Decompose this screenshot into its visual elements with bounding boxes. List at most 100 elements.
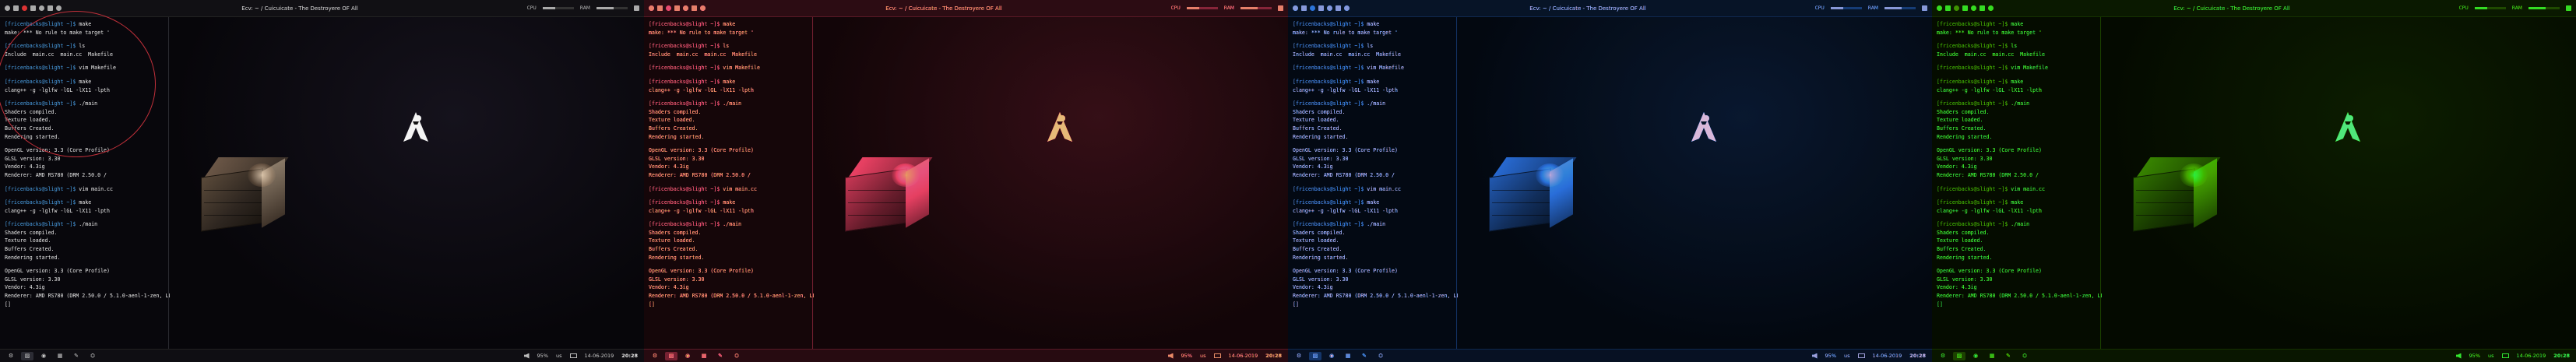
power-icon[interactable] bbox=[1278, 5, 1283, 11]
menu-icon[interactable] bbox=[649, 5, 654, 11]
taskbar: ⚙ ▨ ◉ ▦ ✎ ⛭ 95% us 14-06-2019 20:28 bbox=[0, 349, 644, 362]
settings-app-icon[interactable]: ⛭ bbox=[730, 352, 743, 360]
terminal-output-line: Include main.cc main.cc Makefile bbox=[649, 51, 757, 58]
start-menu-icon[interactable]: ⚙ bbox=[1937, 352, 1949, 360]
power-icon[interactable] bbox=[634, 5, 639, 11]
terminal-output[interactable]: [fricenbacks@slight ~]$ make make: *** No… bbox=[5, 20, 199, 308]
volume-icon[interactable] bbox=[1167, 353, 1174, 359]
workspace-1-icon[interactable] bbox=[13, 5, 19, 11]
terminal-app-icon[interactable]: ▨ bbox=[21, 351, 33, 360]
opengl-render-window[interactable] bbox=[814, 17, 1288, 349]
files-app-icon[interactable]: ▦ bbox=[1986, 352, 1998, 360]
browser-app-icon[interactable]: ◉ bbox=[37, 352, 50, 360]
terminal-app-icon[interactable]: ▨ bbox=[1309, 351, 1321, 360]
shell-prompt: [fricenbacks@slight ~]$ bbox=[649, 185, 720, 192]
editor-app-icon[interactable]: ✎ bbox=[1358, 352, 1371, 360]
terminal-output-line: [] bbox=[649, 300, 655, 308]
keyboard-layout[interactable]: us bbox=[556, 353, 562, 359]
power-icon[interactable] bbox=[2566, 5, 2571, 11]
browser-app-icon[interactable]: ◉ bbox=[681, 352, 694, 360]
terminal-output[interactable]: [fricenbacks@slight ~]$ make make: *** No… bbox=[649, 20, 843, 308]
shell-prompt: [fricenbacks@slight ~]$ bbox=[1937, 65, 2008, 72]
pane-divider[interactable] bbox=[2100, 17, 2101, 349]
workspace-2-icon[interactable] bbox=[22, 5, 27, 11]
terminal-app-icon[interactable]: ▨ bbox=[665, 351, 677, 360]
workspace-2-icon[interactable] bbox=[1954, 5, 1959, 11]
opengl-render-window[interactable] bbox=[170, 17, 644, 349]
volume-icon[interactable] bbox=[523, 353, 530, 359]
ram-meter bbox=[2528, 7, 2560, 9]
keyboard-layout[interactable]: us bbox=[1200, 353, 1206, 359]
opengl-render-window[interactable] bbox=[1458, 17, 1932, 349]
workspace-5-icon[interactable] bbox=[692, 5, 697, 11]
menu-icon[interactable] bbox=[1293, 5, 1298, 11]
taskbar: ⚙ ▨ ◉ ▦ ✎ ⛭ 95% us 14-06-2019 20:28 bbox=[1288, 349, 1932, 362]
workspace-3-icon[interactable] bbox=[30, 5, 36, 11]
volume-icon[interactable] bbox=[2455, 353, 2462, 359]
workspace-2-icon[interactable] bbox=[1310, 5, 1315, 11]
editor-app-icon[interactable]: ✎ bbox=[70, 352, 83, 360]
shell-prompt: [fricenbacks@slight ~]$ bbox=[649, 100, 720, 107]
workspace-3-icon[interactable] bbox=[674, 5, 680, 11]
files-app-icon[interactable]: ▦ bbox=[698, 352, 710, 360]
settings-app-icon[interactable]: ⛭ bbox=[86, 352, 99, 360]
workspace-6-icon[interactable] bbox=[700, 5, 706, 11]
workspace-6-icon[interactable] bbox=[1988, 5, 1994, 11]
window-title: Ecv: ~ / Cuicuicate - The Destroyere OF … bbox=[241, 5, 358, 12]
start-menu-icon[interactable]: ⚙ bbox=[1293, 352, 1305, 360]
workspace-4-icon[interactable] bbox=[1327, 5, 1332, 11]
workspace-1-icon[interactable] bbox=[1945, 5, 1951, 11]
files-app-icon[interactable]: ▦ bbox=[1342, 352, 1354, 360]
files-app-icon[interactable]: ▦ bbox=[54, 352, 66, 360]
power-icon[interactable] bbox=[1922, 5, 1927, 11]
shell-prompt: [fricenbacks@slight ~]$ bbox=[5, 65, 76, 72]
shell-command: ./main bbox=[720, 100, 742, 107]
terminal-output[interactable]: [fricenbacks@slight ~]$ make make: *** No… bbox=[1293, 20, 1487, 308]
opengl-render-window[interactable] bbox=[2102, 17, 2576, 349]
settings-app-icon[interactable]: ⛭ bbox=[1374, 352, 1387, 360]
volume-level: 95% bbox=[1825, 353, 1836, 359]
screen-panel-green: Ecv: ~ / Cuicuicate - The Destroyere OF … bbox=[1932, 0, 2576, 362]
pane-divider[interactable] bbox=[812, 17, 813, 349]
terminal-output-line: clang++ -g -lglfw -lGL -lX11 -lpth bbox=[1293, 207, 1398, 214]
terminal-app-icon[interactable]: ▨ bbox=[1953, 351, 1965, 360]
keyboard-layout[interactable]: us bbox=[2488, 353, 2494, 359]
browser-app-icon[interactable]: ◉ bbox=[1325, 352, 1338, 360]
workspace-4-icon[interactable] bbox=[1971, 5, 1976, 11]
workspace-4-icon[interactable] bbox=[39, 5, 44, 11]
workspace-6-icon[interactable] bbox=[1344, 5, 1350, 11]
clock-time: 20:28 bbox=[1265, 353, 1282, 359]
workspace-1-icon[interactable] bbox=[657, 5, 663, 11]
workspace-6-icon[interactable] bbox=[56, 5, 62, 11]
workspace-1-icon[interactable] bbox=[1301, 5, 1307, 11]
terminal-output-line: OpenGL version: 3.3 (Core Profile) bbox=[649, 268, 754, 275]
menu-icon[interactable] bbox=[1937, 5, 1942, 11]
workspace-5-icon[interactable] bbox=[1336, 5, 1341, 11]
browser-app-icon[interactable]: ◉ bbox=[1969, 352, 1982, 360]
volume-icon[interactable] bbox=[1811, 353, 1818, 359]
start-menu-icon[interactable]: ⚙ bbox=[649, 352, 661, 360]
system-monitor: CPU RAM bbox=[527, 5, 639, 11]
workspace-5-icon[interactable] bbox=[1980, 5, 1985, 11]
terminal-output-line: Vendor: 4.3ig bbox=[1293, 284, 1333, 291]
terminal-output[interactable]: [fricenbacks@slight ~]$ make make: *** No… bbox=[1937, 20, 2131, 308]
menu-icon[interactable] bbox=[5, 5, 10, 11]
shell-prompt: [fricenbacks@slight ~]$ bbox=[1293, 78, 1364, 85]
keyboard-layout[interactable]: us bbox=[1844, 353, 1850, 359]
editor-app-icon[interactable]: ✎ bbox=[2002, 352, 2015, 360]
workspace-5-icon[interactable] bbox=[48, 5, 53, 11]
settings-app-icon[interactable]: ⛭ bbox=[2018, 352, 2031, 360]
textured-crate-cube bbox=[837, 149, 933, 235]
workspace-3-icon[interactable] bbox=[1318, 5, 1324, 11]
workspace-4-icon[interactable] bbox=[683, 5, 688, 11]
start-menu-icon[interactable]: ⚙ bbox=[5, 352, 17, 360]
workspace-3-icon[interactable] bbox=[1962, 5, 1968, 11]
editor-app-icon[interactable]: ✎ bbox=[714, 352, 727, 360]
pane-divider[interactable] bbox=[1456, 17, 1457, 349]
pane-divider[interactable] bbox=[168, 17, 169, 349]
shell-command: ls bbox=[1364, 43, 1374, 50]
workspace-2-icon[interactable] bbox=[666, 5, 671, 11]
